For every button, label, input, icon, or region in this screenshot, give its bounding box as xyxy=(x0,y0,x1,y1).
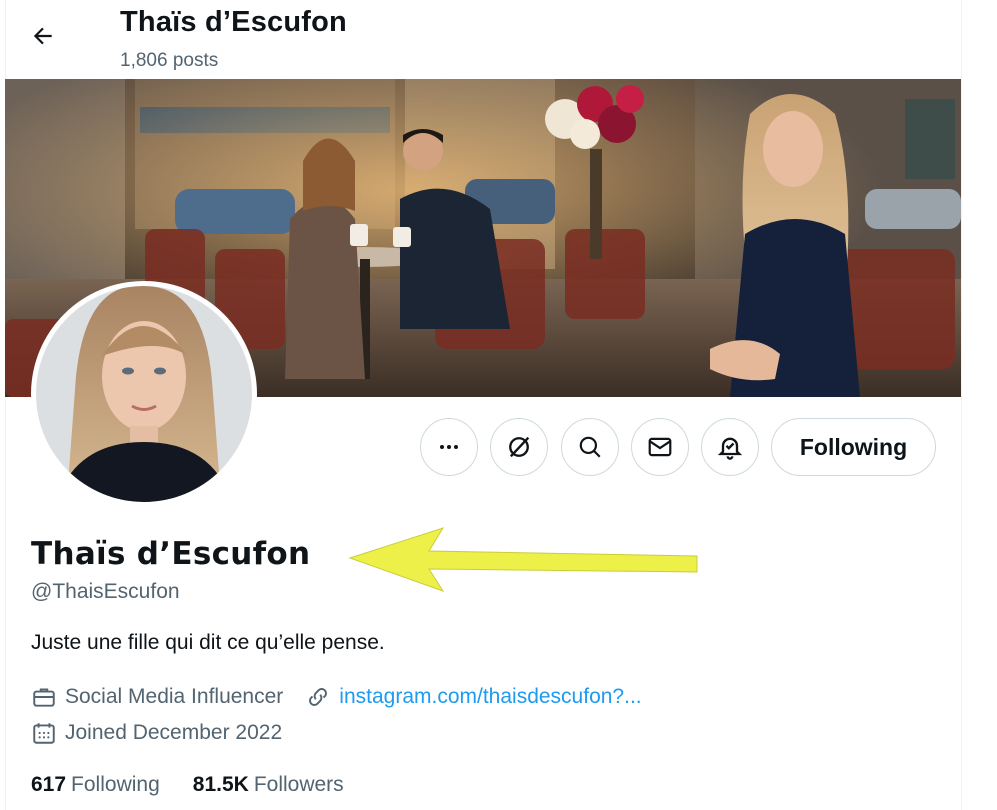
profile-category: Social Media Influencer xyxy=(65,685,284,708)
more-icon xyxy=(440,445,458,449)
annotation-arrow xyxy=(348,527,698,592)
search-icon xyxy=(579,436,601,458)
following-button[interactable]: Following xyxy=(771,418,936,476)
following-stat[interactable]: 617 Following xyxy=(31,773,160,797)
followers-stat-label: Followers xyxy=(253,773,344,796)
link-icon xyxy=(309,688,328,706)
profile-website-link[interactable]: instagram.com/thaisdescufon?... xyxy=(339,685,641,709)
header-title: Thaïs d’Escufon xyxy=(120,6,347,38)
profile-meta-row: Social Media Influencer instagram.com/th… xyxy=(31,684,642,710)
profile-avatar[interactable] xyxy=(31,281,257,507)
posts-count: 1,806 posts xyxy=(120,50,219,71)
mail-icon xyxy=(648,437,672,457)
arrow-left-icon xyxy=(33,27,52,45)
following-count: 617 xyxy=(31,773,67,796)
profile-stats: 617 Following 81.5K Followers xyxy=(31,773,344,797)
avatar-image xyxy=(36,286,252,502)
notifications-button[interactable] xyxy=(701,418,759,476)
followers-count: 81.5K xyxy=(192,773,249,796)
following-stat-label: Following xyxy=(71,773,160,796)
more-button[interactable] xyxy=(420,418,478,476)
profile-joined-row: Joined December 2022 xyxy=(31,720,282,746)
profile-display-name: Thaïs d’Escufon xyxy=(31,536,311,572)
bell-icon xyxy=(717,437,743,460)
back-button[interactable] xyxy=(23,16,63,56)
message-button[interactable] xyxy=(631,418,689,476)
search-button[interactable] xyxy=(561,418,619,476)
followers-stat[interactable]: 81.5K Followers xyxy=(193,773,344,797)
calendar-icon xyxy=(33,723,55,744)
briefcase-icon xyxy=(33,688,55,707)
grok-icon xyxy=(509,436,530,458)
profile-bio: Juste une fille qui dit ce qu’elle pense… xyxy=(31,631,385,654)
profile-handle: @ThaisEscufon xyxy=(31,580,180,603)
profile-joined: Joined December 2022 xyxy=(65,721,283,744)
grok-button[interactable] xyxy=(490,418,548,476)
